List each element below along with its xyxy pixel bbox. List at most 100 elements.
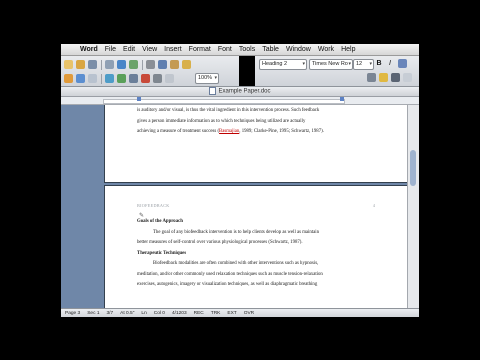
status-ovr[interactable]: OVR: [244, 311, 254, 316]
style-value: Heading 2: [262, 61, 288, 67]
status-trk[interactable]: TRK: [211, 311, 221, 316]
chevron-down-icon: ▾: [369, 61, 372, 67]
toolbar-separator: [101, 59, 102, 70]
text-span: , 1989; Clarke-Pine, 1995; Schwartz, 198…: [239, 129, 324, 134]
menu-window[interactable]: Window: [286, 46, 311, 53]
menu-view[interactable]: View: [142, 46, 157, 53]
print-icon[interactable]: [105, 60, 114, 69]
text-line: is auditory and/or visual, is thus the v…: [137, 108, 320, 113]
toolbar-separator: [101, 73, 102, 84]
text-span: achieving a measure of treatment success…: [137, 129, 220, 134]
status-at: At 0.5": [120, 311, 135, 316]
copy-icon[interactable]: [158, 60, 167, 69]
font-color-icon[interactable]: [391, 73, 400, 82]
paragraph-line: better measures of self-control over var…: [137, 240, 303, 245]
zoom-value: 100%: [198, 75, 213, 81]
align-left-icon[interactable]: [367, 73, 376, 82]
hyperlink-icon[interactable]: [88, 74, 97, 83]
horizontal-ruler[interactable]: [61, 97, 419, 105]
paragraph-line: meditation, and/or other commonly used r…: [137, 271, 323, 277]
font-value: Times New Ro: [312, 61, 348, 67]
undo-icon[interactable]: [64, 74, 73, 83]
citation-spelling-flag[interactable]: Basmajian: [219, 129, 239, 134]
status-bar: Page 3 Sec 1 3/7 At 0.5" Ln Col 0 4/1203…: [61, 308, 419, 317]
page-previous[interactable]: is auditory and/or visual, is thus the v…: [104, 105, 410, 183]
page-current[interactable]: BIOFEEDBACK 4 ✎ Goals of the Approach Th…: [104, 185, 410, 308]
font-size-value: 12: [356, 61, 363, 67]
text-line: gives a person immediate information as …: [137, 118, 306, 124]
page-body: is auditory and/or visual, is thus the v…: [137, 108, 377, 140]
menu-work[interactable]: Work: [318, 46, 334, 53]
print-preview-icon[interactable]: [117, 60, 126, 69]
status-page: Page 3: [65, 311, 81, 316]
open-folder-icon[interactable]: [76, 60, 85, 69]
highlight-icon[interactable]: [379, 73, 388, 82]
toolbar-separator: [142, 59, 143, 70]
borders-icon[interactable]: [403, 73, 412, 82]
toolbar-row-standard: [64, 58, 194, 71]
menu-bar: Word File Edit View Insert Format Font T…: [61, 44, 419, 56]
document-title: Example Paper.doc: [218, 88, 271, 95]
italic-button[interactable]: I: [386, 59, 394, 68]
status-word-count[interactable]: 4/1203: [172, 311, 187, 316]
section-heading: Therapeutic Techniques: [137, 250, 187, 256]
menu-help[interactable]: Help: [341, 46, 355, 53]
chevron-down-icon: ▾: [302, 61, 305, 67]
menu-tools[interactable]: Tools: [239, 46, 255, 53]
new-document-icon[interactable]: [64, 60, 73, 69]
zoom-select[interactable]: 100% ▾: [195, 73, 219, 84]
menu-insert[interactable]: Insert: [164, 46, 182, 53]
drawing-icon[interactable]: [129, 74, 138, 83]
menu-word[interactable]: Word: [80, 46, 98, 53]
tables-icon[interactable]: [105, 74, 114, 83]
style-select[interactable]: Heading 2 ▾: [259, 59, 307, 70]
status-ext[interactable]: EXT: [227, 311, 236, 316]
document-workspace: is auditory and/or visual, is thus the v…: [61, 105, 419, 308]
save-icon[interactable]: [88, 60, 97, 69]
chevron-down-icon: ▾: [348, 61, 351, 67]
document-icon: [209, 87, 217, 95]
font-size-select[interactable]: 12 ▾: [353, 59, 374, 70]
chevron-down-icon: ▾: [214, 75, 217, 81]
toolbar: 100% ▾ Heading 2 ▾ Times New Ro ▾ 12 ▾ B I: [61, 56, 419, 87]
status-section: Sec 1: [87, 311, 100, 316]
spelling-icon[interactable]: [129, 60, 138, 69]
menu-edit[interactable]: Edit: [123, 46, 135, 53]
paragraph-line: Biofeedback modalities are often combine…: [153, 261, 319, 266]
text-line: achieving a measure of treatment success…: [137, 129, 377, 135]
status-column: Col 0: [153, 311, 165, 316]
toolbox-icon[interactable]: [141, 74, 150, 83]
section-heading: Goals of the Approach: [137, 219, 183, 224]
columns-icon[interactable]: [117, 74, 126, 83]
cut-icon[interactable]: [146, 60, 155, 69]
vertical-scrollbar[interactable]: [407, 105, 419, 308]
occluded-region: [239, 56, 255, 86]
running-head: BIOFEEDBACK: [137, 203, 170, 208]
font-select[interactable]: Times New Ro ▾: [309, 59, 353, 70]
page-body: Goals of the Approach The goal of any bi…: [137, 219, 377, 293]
left-indent-marker[interactable]: [137, 97, 141, 101]
bold-button[interactable]: B: [375, 59, 383, 68]
paragraph-line: The goal of any biofeedback intervention…: [153, 229, 319, 235]
word-window: Word File Edit View Insert Format Font T…: [61, 44, 419, 317]
gallery-icon[interactable]: [165, 74, 174, 83]
pencil-icon: ✎: [139, 213, 145, 219]
underline-icon[interactable]: [398, 59, 407, 68]
menu-file[interactable]: File: [105, 46, 116, 53]
status-page-count: 3/7: [106, 311, 114, 316]
right-indent-marker[interactable]: [340, 97, 344, 101]
document-title-bar: Example Paper.doc: [61, 87, 419, 97]
page-number: 4: [372, 203, 375, 208]
menu-font[interactable]: Font: [218, 46, 232, 53]
status-line: Ln: [141, 311, 147, 316]
status-rec[interactable]: REC: [194, 311, 204, 316]
menu-format[interactable]: Format: [189, 46, 211, 53]
format-painter-icon[interactable]: [182, 60, 191, 69]
show-hide-icon[interactable]: [153, 74, 162, 83]
scrollbar-thumb[interactable]: [410, 150, 416, 186]
paste-icon[interactable]: [170, 60, 179, 69]
redo-icon[interactable]: [76, 74, 85, 83]
menu-table[interactable]: Table: [262, 46, 279, 53]
toolbar-row-standard-2: [64, 72, 177, 85]
paragraph-line: exercises, autogenics, imagery or visual…: [137, 282, 318, 287]
